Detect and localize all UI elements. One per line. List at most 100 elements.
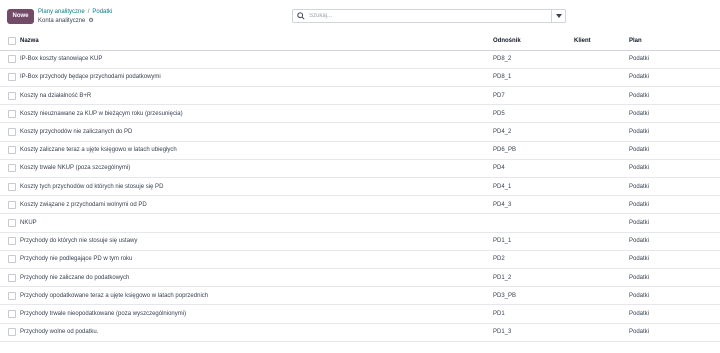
cell-plan: Podatki [629, 323, 720, 342]
table-row[interactable]: IP-Box przychody będące przychodami poda… [0, 68, 720, 88]
row-checkbox[interactable] [8, 218, 16, 227]
select-all-checkbox[interactable] [8, 36, 16, 45]
cell-plan: Podatki [629, 250, 720, 269]
cell-ref: PD4_1 [493, 177, 574, 197]
page-title: Konta analityczne ⚙ [38, 17, 94, 25]
row-select-cell [0, 195, 20, 215]
row-checkbox[interactable] [8, 164, 16, 173]
column-header-client[interactable]: Klient [574, 32, 629, 51]
cell-client [574, 232, 629, 251]
table-row[interactable]: Przychody wolne od podatku. PD1_3 Podatki [0, 323, 720, 342]
breadcrumb-current[interactable]: Podatki [92, 9, 112, 15]
row-checkbox[interactable] [8, 200, 16, 209]
cell-ref: PD2 [493, 250, 574, 269]
search-bar [292, 9, 566, 23]
cell-plan: Podatki [629, 68, 720, 88]
table-row[interactable]: Koszty nieuznawane za KUP w bieżącym rok… [0, 104, 720, 124]
table-row[interactable]: Koszty trwale NKUP (poza szczególnymi) PD… [0, 159, 720, 179]
search-input[interactable] [309, 10, 539, 22]
gear-icon[interactable]: ⚙ [88, 17, 93, 25]
search-icon [297, 12, 305, 20]
table-row[interactable]: IP-Box koszty stanowiące KUP PD8_2 Podatki [0, 50, 720, 69]
cell-plan: Podatki [629, 232, 720, 251]
table-row[interactable]: Koszty przychodów nie zaliczanych do PD P… [0, 122, 720, 142]
table-row[interactable]: Koszty związane z przychodami wolnymi od… [0, 195, 720, 215]
row-select-cell [0, 304, 20, 324]
cell-plan: Podatki [629, 177, 720, 197]
cell-name: Koszty związane z przychodami wolnymi od… [20, 195, 493, 215]
table-row[interactable]: Przychody do których nie stosuje się ust… [0, 232, 720, 251]
row-select-cell [0, 122, 20, 142]
search-options-toggle[interactable] [551, 10, 565, 22]
row-checkbox[interactable] [8, 273, 16, 282]
breadcrumb-parent[interactable]: Plany analityczne [38, 9, 85, 15]
cell-ref: PD7 [493, 86, 574, 106]
row-select-cell [0, 177, 20, 197]
cell-name: NKUP [20, 213, 493, 233]
table-row[interactable]: Koszty tych przychodów od których nie st… [0, 177, 720, 197]
row-checkbox[interactable] [8, 291, 16, 300]
table-row[interactable]: Przychody opodatkowane teraz a ujęte ksi… [0, 286, 720, 306]
new-button[interactable]: Nowe [7, 9, 34, 24]
table-row[interactable]: Koszty zaliczane teraz a ujęte księgowo … [0, 141, 720, 160]
cell-name: Koszty tych przychodów od których nie st… [20, 177, 493, 197]
row-checkbox[interactable] [8, 255, 16, 264]
cell-client [574, 304, 629, 324]
analytic-accounts-table: Nazwa Odnośnik Klient Plan IP-Box koszty… [0, 32, 720, 342]
select-all-cell [0, 32, 20, 51]
row-select-cell [0, 50, 20, 69]
cell-ref [493, 213, 574, 233]
cell-client [574, 268, 629, 288]
cell-plan: Podatki [629, 104, 720, 124]
table-header-row: Nazwa Odnośnik Klient Plan [0, 32, 720, 51]
row-select-cell [0, 232, 20, 251]
row-checkbox[interactable] [8, 309, 16, 318]
cell-ref: PD4 [493, 159, 574, 179]
row-checkbox[interactable] [8, 146, 16, 155]
column-header-name[interactable]: Nazwa [20, 32, 493, 51]
column-header-plan[interactable]: Plan [629, 32, 720, 51]
row-checkbox[interactable] [8, 55, 16, 64]
cell-name: Koszty na działalność B+R [20, 86, 493, 106]
cell-plan: Podatki [629, 286, 720, 306]
cell-ref: PD4_2 [493, 122, 574, 142]
row-checkbox[interactable] [8, 73, 16, 82]
row-checkbox[interactable] [8, 237, 16, 246]
row-checkbox[interactable] [8, 328, 16, 337]
row-checkbox[interactable] [8, 91, 16, 100]
cell-name: Przychody opodatkowane teraz a ujęte ksi… [20, 286, 493, 306]
table-row[interactable]: NKUP Podatki [0, 213, 720, 233]
cell-client [574, 177, 629, 197]
page-title-text: Konta analityczne [38, 18, 86, 24]
cell-ref: PD6_PB [493, 141, 574, 160]
cell-ref: PD3_PB [493, 286, 574, 306]
cell-ref: PD5 [493, 104, 574, 124]
table-row[interactable]: Przychody nie zaliczane do podatkowych PD… [0, 268, 720, 288]
cell-name: Koszty zaliczane teraz a ujęte księgowo … [20, 141, 493, 160]
cell-plan: Podatki [629, 86, 720, 106]
row-checkbox[interactable] [8, 128, 16, 137]
column-header-ref[interactable]: Odnośnik [493, 32, 574, 51]
cell-name: Koszty nieuznawane za KUP w bieżącym rok… [20, 104, 493, 124]
row-select-cell [0, 86, 20, 106]
row-checkbox[interactable] [8, 182, 16, 191]
cell-name: Przychody wolne od podatku. [20, 323, 493, 342]
row-select-cell [0, 268, 20, 288]
cell-plan: Podatki [629, 50, 720, 69]
cell-plan: Podatki [629, 159, 720, 179]
cell-client [574, 195, 629, 215]
row-checkbox[interactable] [8, 109, 16, 118]
row-select-cell [0, 286, 20, 306]
cell-plan: Podatki [629, 268, 720, 288]
cell-ref: PD1_2 [493, 268, 574, 288]
row-select-cell [0, 323, 20, 342]
caret-down-icon [555, 14, 562, 18]
cell-client [574, 86, 629, 106]
table-row[interactable]: Przychody nie podlegające PD w tym roku P… [0, 250, 720, 269]
table-row[interactable]: Koszty na działalność B+R PD7 Podatki [0, 86, 720, 106]
table-row[interactable]: Przychody trwale nieopodatkowane (poza w… [0, 304, 720, 324]
cell-client [574, 104, 629, 124]
cell-plan: Podatki [629, 195, 720, 215]
cell-name: Koszty przychodów nie zaliczanych do PD [20, 122, 493, 142]
cell-ref: PD8_2 [493, 50, 574, 69]
